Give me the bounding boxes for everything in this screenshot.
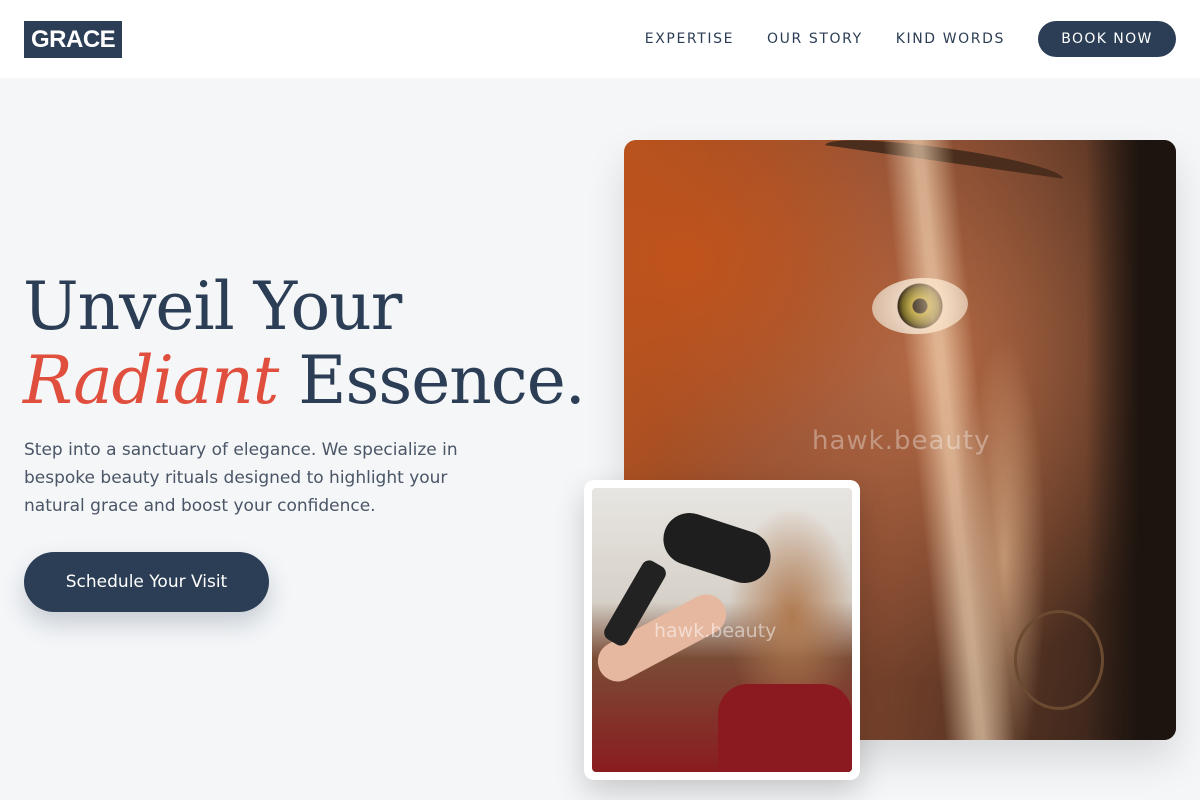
site-header: GRACE EXPERTISE OUR STORY KIND WORDS BOO… bbox=[0, 0, 1200, 78]
salon-photo: hawk.beauty bbox=[592, 488, 852, 772]
client-sweater-shape bbox=[718, 684, 852, 772]
salon-photo-watermark: hawk.beauty bbox=[654, 620, 777, 642]
main-nav: EXPERTISE OUR STORY KIND WORDS BOOK NOW bbox=[645, 0, 1176, 78]
nav-link-expertise[interactable]: EXPERTISE bbox=[645, 31, 734, 47]
salon-photo-card: hawk.beauty bbox=[584, 480, 860, 780]
headline-accent: Radiant bbox=[23, 342, 279, 419]
photo-watermark: hawk.beauty bbox=[812, 426, 991, 456]
headline-line-1: Unveil Your bbox=[23, 268, 402, 345]
hair-dryer-shape bbox=[656, 506, 778, 590]
headline-rest: Essence. bbox=[278, 342, 586, 419]
schedule-visit-button[interactable]: Schedule Your Visit bbox=[24, 552, 269, 612]
hero-description: Step into a sanctuary of elegance. We sp… bbox=[24, 440, 458, 516]
earring-shape bbox=[1014, 610, 1104, 710]
nav-link-our-story[interactable]: OUR STORY bbox=[767, 31, 863, 47]
nav-link-kind-words[interactable]: KIND WORDS bbox=[896, 31, 1005, 47]
book-now-button[interactable]: BOOK NOW bbox=[1038, 21, 1176, 57]
hero-headline: Unveil Your Radiant Essence. bbox=[23, 270, 603, 418]
logo[interactable]: GRACE bbox=[24, 21, 123, 58]
